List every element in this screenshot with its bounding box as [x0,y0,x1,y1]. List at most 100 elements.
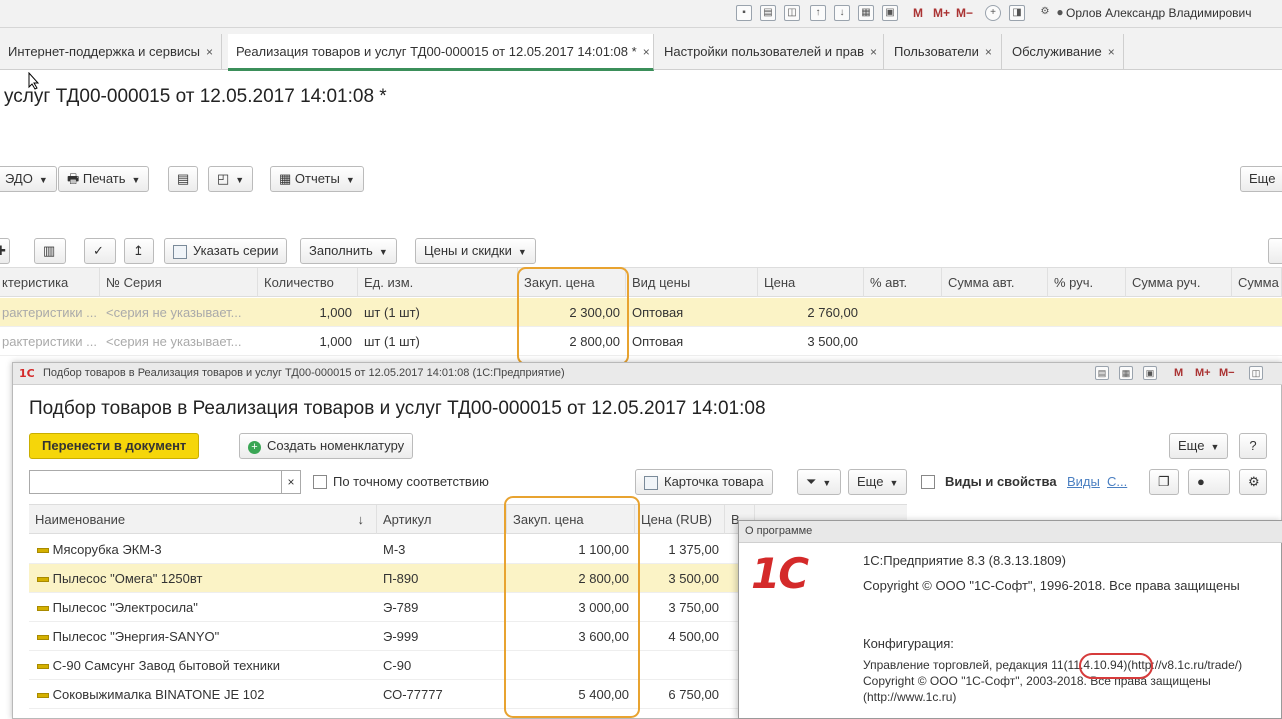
plus-icon: + [248,441,261,454]
window-title: Подбор товаров в Реализация товаров и ус… [43,367,565,379]
upload-icon[interactable]: ↑ [810,5,826,21]
zoom-icon[interactable]: + [985,5,1001,21]
copyright-platform: Copyright © ООО "1С-Софт", 1996-2018. Вс… [863,578,1240,593]
column-header[interactable]: Сумма [1232,268,1282,297]
tab-users[interactable]: Пользователи × [886,34,1002,70]
chevron-down-icon: ▼ [517,247,527,257]
chevron-down-icon: ▼ [131,175,141,185]
fill-button[interactable]: Заполнить ▼ [300,238,397,264]
item-icon [37,577,49,583]
preview-icon[interactable]: ◫ [784,5,800,21]
column-header[interactable]: Сумма авт. [942,268,1048,297]
tab-bar: Интернет-поддержка и сервисы × Реализация… [0,28,1282,71]
check-icon[interactable]: ✓ [84,238,116,264]
create-item-button[interactable]: + Создать номенклатуру [239,433,414,459]
chevron-down-icon: ▼ [822,478,832,488]
column-header[interactable]: Сумма руч. [1126,268,1232,297]
views-properties-label: Виды и свойства [945,474,1057,489]
item-icon [37,635,49,641]
column-header[interactable]: Артикул [377,505,507,534]
settings-icon[interactable]: ⚙ [1037,5,1053,21]
calendar-icon[interactable]: ▣ [1143,366,1157,380]
views-properties-checkbox[interactable] [921,475,935,489]
column-header[interactable]: % руч. [1048,268,1126,297]
platform-version: 1С:Предприятие 8.3 (8.3.13.1809) [863,553,1066,568]
column-header[interactable]: Цена [758,268,864,297]
tab-internet-support[interactable]: Интернет-поддержка и сервисы × [0,34,222,70]
close-icon[interactable]: × [870,45,877,59]
properties-link[interactable]: С... [1107,474,1127,489]
memory-plus-button[interactable]: M+ [933,6,950,20]
column-header[interactable]: Наименование ↓ [29,505,377,534]
column-header[interactable]: Количество [258,268,358,297]
item-icon [37,693,49,699]
about-window: О программе 1С 1С:Предприятие 8.3 (8.3.1… [738,520,1282,719]
page-title: услуг ТД00-000015 от 12.05.2017 14:01:08… [4,86,387,107]
clear-search-button[interactable]: × [281,470,301,494]
close-icon[interactable]: × [643,45,650,59]
barcode-icon[interactable]: ▥ [34,238,66,264]
table-row[interactable]: рактеристики ... <серия не указывает... … [0,327,1282,356]
memory-button[interactable]: M [913,6,923,20]
print-icon[interactable]: ▤ [1095,366,1109,380]
prices-discounts-button[interactable]: Цены и скидки ▼ [415,238,536,264]
memory-plus-button[interactable]: M+ [1195,367,1211,379]
memory-button[interactable]: M [1174,367,1183,379]
views-link[interactable]: Виды [1067,474,1100,489]
calculator-icon[interactable]: ▦ [1119,366,1133,380]
chevron-down-icon: ▼ [38,175,48,185]
pick-icon[interactable]: ↥ [124,238,154,264]
more-button[interactable] [1268,238,1282,264]
close-icon[interactable]: × [1108,45,1115,59]
user-name[interactable]: Орлов Александр Владимирович [1066,6,1252,20]
specify-series-button[interactable]: Указать серии [164,238,288,264]
exact-match-checkbox[interactable] [313,475,327,489]
add-property-icon[interactable]: ● [1188,469,1230,495]
close-icon[interactable]: × [206,45,213,59]
search-input[interactable] [29,470,283,494]
configuration-name: Управление торговлей, редакция 11(11.4.1… [863,658,1243,672]
window-icon[interactable]: ◫ [1249,366,1263,380]
more-button[interactable]: Еще [1240,166,1282,192]
item-card-button[interactable]: Карточка товара [635,469,773,495]
window-icon[interactable]: ◨ [1009,5,1025,21]
tab-maintenance[interactable]: Обслуживание × [1004,34,1124,70]
printer-icon: 🖶 [67,171,80,186]
copy-icon[interactable]: ❐ [1149,469,1179,495]
more-button[interactable]: Еще ▼ [1169,433,1229,459]
tab-sales-document[interactable]: Реализация товаров и услуг ТД00-000015 о… [228,34,654,71]
add-icon[interactable]: ✚ [0,238,10,264]
print-button[interactable]: 🖶 Печать ▼ [58,166,150,192]
download-icon[interactable]: ↓ [834,5,850,21]
copyright-config-url: (http://www.1c.ru) [863,690,957,704]
filter-button[interactable]: ⏷ ▼ [797,469,841,495]
column-header[interactable]: Цена (RUB) [635,505,725,534]
column-header[interactable]: № Серия [100,268,258,297]
list-button[interactable]: ▤ [168,166,198,192]
tab-user-settings[interactable]: Настройки пользователей и прав × [656,34,884,70]
column-header[interactable]: Вид цены [626,268,758,297]
gear-icon[interactable]: ⚙ [1239,469,1267,495]
help-button[interactable]: ? [1239,433,1267,459]
memory-minus-button[interactable]: M− [1219,367,1235,379]
more-button[interactable]: Еще ▼ [848,469,908,495]
close-icon[interactable]: × [985,45,992,59]
memory-minus-button[interactable]: M− [956,6,973,20]
logo-1c-icon: 1С [751,549,809,598]
calculator-icon[interactable]: ▦ [858,5,874,21]
reports-button[interactable]: ▦ Отчеты ▼ [270,166,364,192]
print-icon[interactable]: ▤ [760,5,776,21]
attach-button[interactable]: ◰ ▼ [208,166,254,192]
column-header[interactable]: ктеристика [0,268,100,297]
transfer-to-document-button[interactable]: Перенести в документ [29,433,200,459]
highlight-purchase-price [517,267,629,365]
calendar-icon[interactable]: ▣ [882,5,898,21]
column-header[interactable]: Ед. изм. [358,268,518,297]
edo-button[interactable]: ЭДО ▼ [0,166,57,192]
sort-arrow-icon: ↓ [357,512,365,527]
table-row[interactable]: рактеристики ... <серия не указывает... … [0,298,1282,327]
window-titlebar: 1С Подбор товаров в Реализация товаров и… [13,363,1282,385]
item-icon [37,606,49,612]
column-header[interactable]: % авт. [864,268,942,297]
save-icon[interactable]: ▪ [736,5,752,21]
